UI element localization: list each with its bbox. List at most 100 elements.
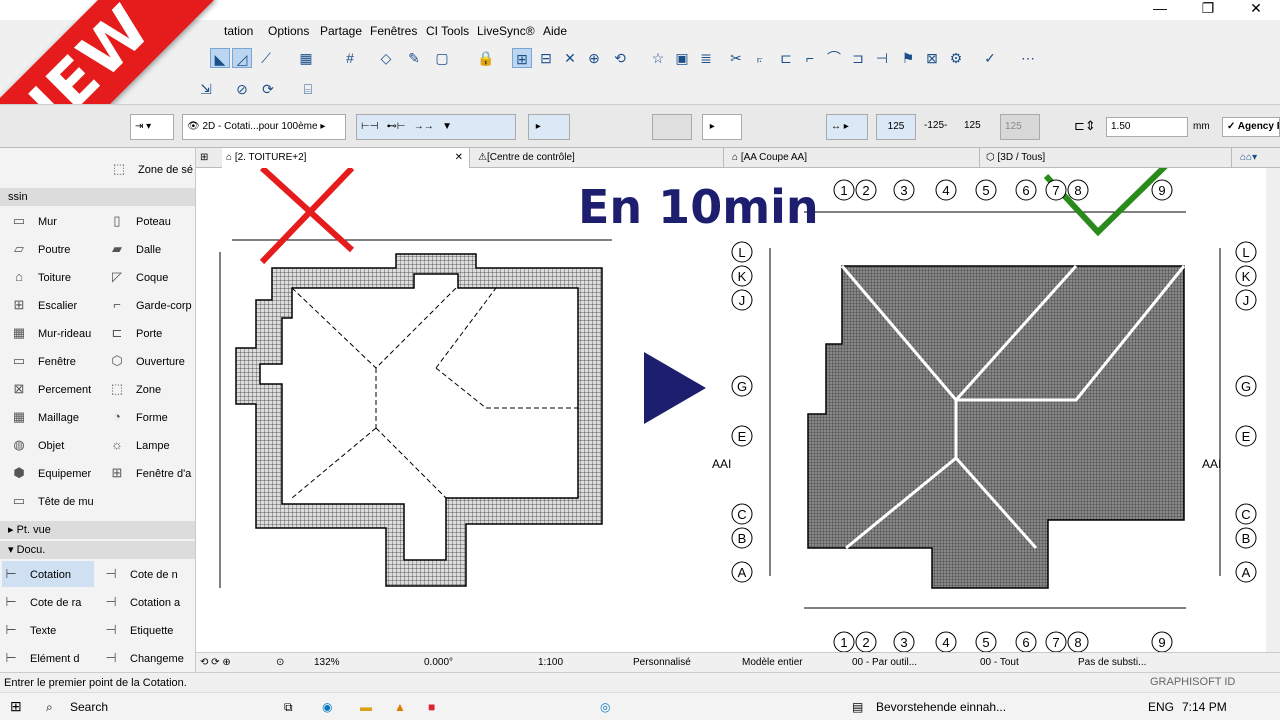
tool-left[interactable]: ⊞ Escalier xyxy=(10,292,110,318)
layer-icon[interactable]: ◇ xyxy=(376,48,396,68)
seat-icon[interactable]: ⌸ xyxy=(298,79,318,99)
rectangle-icon[interactable]: ▢ xyxy=(432,48,452,68)
tool-right[interactable]: ⊣ Changeme xyxy=(102,645,194,671)
vertical-scrollbar[interactable] xyxy=(1266,168,1280,652)
angle-value[interactable]: 0.000° xyxy=(424,657,453,668)
tool-left[interactable]: ▦ Mur-rideau xyxy=(10,320,110,346)
menu-cotation[interactable]: tation xyxy=(224,24,253,38)
pen-selector[interactable]: ▸ xyxy=(702,114,742,140)
fillet-icon[interactable]: ⌒ xyxy=(824,48,844,68)
layer-selector[interactable]: 👁 2D - Cotati...pour 100ème ▸ xyxy=(182,114,346,140)
snap-icon[interactable]: ◣ xyxy=(210,48,230,68)
pen-color-box[interactable] xyxy=(652,114,692,140)
grid-icon[interactable]: # xyxy=(340,48,360,68)
split-icon[interactable]: ⊏ xyxy=(776,48,796,68)
offset-icon[interactable]: ⊐ xyxy=(848,48,868,68)
guide-icon[interactable]: ◿ xyxy=(232,48,252,68)
menu-ci-tools[interactable]: CI Tools xyxy=(426,24,469,38)
zoom-level[interactable]: 132% xyxy=(314,657,340,668)
tool-zone-selection[interactable]: ⬚ Zone de sé xyxy=(110,156,196,182)
section-viewpoint[interactable]: ▸ Pt. vue xyxy=(0,521,195,539)
more-icon[interactable]: ⋯ xyxy=(1018,48,1038,68)
tab-control-center[interactable]: ⚠[Centre de contrôle] xyxy=(474,148,724,168)
restore-button[interactable]: ❐ xyxy=(1188,0,1228,17)
line-tool-icon[interactable]: ⟋ xyxy=(256,48,276,68)
sync-icon[interactable]: ⟳ xyxy=(258,79,278,99)
cross-icon[interactable]: ✕ xyxy=(560,48,580,68)
font-selector[interactable]: ✓ Agency F xyxy=(1222,117,1280,137)
tool-left[interactable]: ▭ Fenêtre xyxy=(10,348,110,374)
notification-text[interactable]: Bevorstehende einnah... xyxy=(876,700,1006,714)
tool-right[interactable]: ◔ Forme xyxy=(108,404,196,430)
substitution-combo[interactable]: Pas de substi... xyxy=(1078,657,1146,668)
language-indicator[interactable]: ENG xyxy=(1148,700,1174,714)
dimension-type-selector[interactable]: ⇥ ▾ xyxy=(130,114,174,140)
flag-icon[interactable]: ⚑ xyxy=(898,48,918,68)
move-icon[interactable]: ⊕ xyxy=(584,48,604,68)
undo-icon[interactable]: ⟲ ⟳ ⊕ xyxy=(200,657,231,668)
tool-left[interactable]: ⊢ Texte xyxy=(2,617,94,643)
menu-fenetres[interactable]: Fenêtres xyxy=(370,24,417,38)
menu-aide[interactable]: Aide xyxy=(543,24,567,38)
tool-left[interactable]: ▦ Maillage xyxy=(10,404,110,430)
dimension-icon[interactable]: ⊟ xyxy=(536,48,556,68)
witness-line-button[interactable]: ↔ ▸ xyxy=(826,114,868,140)
precision-d[interactable]: 125 xyxy=(1000,114,1040,140)
model-view[interactable]: Modèle entier xyxy=(742,657,803,668)
menu-livesync[interactable]: LiveSync® xyxy=(477,24,535,38)
arrange-icon[interactable]: ⇲ xyxy=(196,79,216,99)
lock-icon[interactable]: 🔒 xyxy=(476,48,496,68)
tool-left[interactable]: ⊢ Cote de ra xyxy=(2,589,94,615)
menu-options[interactable]: Options xyxy=(268,24,309,38)
chrome-icon[interactable]: ◎ xyxy=(600,700,610,714)
tool-left[interactable]: ▱ Poutre xyxy=(10,236,110,262)
tool-left[interactable]: ⊠ Percement xyxy=(10,376,110,402)
image-icon[interactable]: ▣ xyxy=(672,48,692,68)
section-design[interactable]: ssin xyxy=(0,188,195,206)
dimension-style-group[interactable]: ⊢⊣ ⊷⊢ →→ ▼ xyxy=(356,114,516,140)
text-size-input[interactable]: 1.50 xyxy=(1106,117,1188,137)
view-menu-icon[interactable]: ⌂⌂▾ xyxy=(1236,148,1280,168)
tab-section-aa[interactable]: ⌂ [AA Coupe AA] xyxy=(728,148,980,168)
settings-icon[interactable]: ⚙ xyxy=(946,48,966,68)
extend-icon[interactable]: ⊣ xyxy=(872,48,892,68)
tool-right[interactable]: ▯ Poteau xyxy=(108,208,196,234)
marker-selector[interactable]: ▸ xyxy=(528,114,570,140)
clock[interactable]: 7:14 PM xyxy=(1182,700,1227,714)
scale-value[interactable]: 1:100 xyxy=(538,657,563,668)
tab-close-icon[interactable]: ✕ xyxy=(455,148,463,168)
tool-left[interactable]: ⊢ Cotation xyxy=(2,561,94,587)
tool-left[interactable]: ▭ Tête de mu xyxy=(10,488,110,514)
tab-3d[interactable]: ⬡ [3D / Tous] xyxy=(982,148,1232,168)
section-documentation[interactable]: ▾ Docu. xyxy=(0,541,195,559)
tool-left[interactable]: ⬢ Equipemer xyxy=(10,460,110,486)
drawing-canvas[interactable]: 112233445566778899LLKKJJGGEECCBBAA AAI A… xyxy=(196,168,1266,652)
tool-right[interactable]: ⊞ Fenêtre d'a xyxy=(108,460,196,486)
trim-icon[interactable]: ⟔ xyxy=(750,48,770,68)
select-icon[interactable]: ⊠ xyxy=(922,48,942,68)
vlc-icon[interactable]: ▲ xyxy=(394,700,406,714)
stack-icon[interactable]: ≣ xyxy=(696,48,716,68)
edge-icon[interactable]: ◉ xyxy=(322,700,332,714)
star-icon[interactable]: ☆ xyxy=(648,48,668,68)
menu-partage[interactable]: Partage xyxy=(320,24,362,38)
minimize-button[interactable]: — xyxy=(1140,0,1180,16)
folder-icon[interactable]: ▬ xyxy=(360,700,372,714)
precision-b[interactable]: -125- xyxy=(920,114,956,140)
view-combo[interactable]: 00 - Tout xyxy=(980,657,1019,668)
tool-right[interactable]: ▰ Dalle xyxy=(108,236,196,262)
tool-right[interactable]: ⬡ Ouverture xyxy=(108,348,196,374)
tool-left[interactable]: ⊢ Elément d xyxy=(2,645,94,671)
corner-icon[interactable]: ⌐ xyxy=(800,48,820,68)
tool-left[interactable]: ▭ Mur xyxy=(10,208,110,234)
scissors-icon[interactable]: ✂ xyxy=(726,48,746,68)
task-view-icon[interactable]: ⧉ xyxy=(284,700,293,715)
tab-toiture[interactable]: ⌂ [2. TOITURE+2] ✕ xyxy=(222,148,470,168)
check-tool-icon[interactable]: ✓ xyxy=(980,48,1000,68)
link-icon[interactable]: ⊘ xyxy=(232,79,252,99)
app-icon[interactable]: ■ xyxy=(428,700,435,714)
tool-left[interactable]: ◍ Objet xyxy=(10,432,110,458)
rotate-icon[interactable]: ⟲ xyxy=(610,48,630,68)
windows-start-icon[interactable]: ⊞ xyxy=(10,698,22,715)
tool-right[interactable]: ⌐ Garde-corp xyxy=(108,292,196,318)
